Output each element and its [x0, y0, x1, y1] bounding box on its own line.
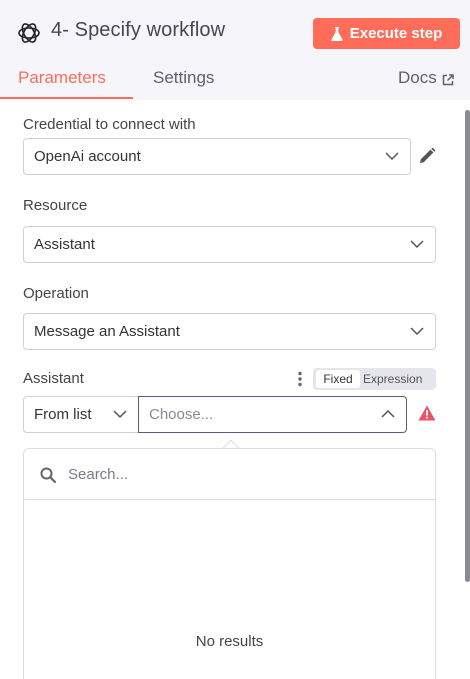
credential-select[interactable]: OpenAi account: [23, 138, 411, 175]
external-link-icon: [442, 73, 454, 85]
operation-select[interactable]: Message an Assistant: [23, 313, 436, 350]
operation-label: Operation: [23, 285, 89, 302]
node-title: 4- Specify workflow: [51, 19, 226, 41]
docs-link[interactable]: Docs: [398, 68, 454, 88]
scrollbar-thumb[interactable]: [465, 110, 470, 582]
execute-step-button[interactable]: Execute step: [313, 18, 460, 49]
operation-value: Message an Assistant: [34, 323, 180, 340]
chevron-down-icon: [385, 152, 399, 161]
tab-settings[interactable]: Settings: [153, 68, 214, 88]
toggle-fixed[interactable]: Fixed: [316, 370, 360, 388]
flask-icon: [331, 26, 343, 41]
resource-value: Assistant: [34, 236, 95, 253]
chevron-up-icon: [381, 409, 395, 418]
docs-label: Docs: [398, 68, 437, 87]
openai-logo-icon: [18, 23, 40, 43]
node-header: 4- Specify workflow Execute step Paramet…: [0, 0, 470, 100]
dropdown-search: [24, 449, 435, 500]
pencil-icon[interactable]: [418, 147, 436, 165]
credential-value: OpenAi account: [34, 148, 141, 165]
search-icon: [40, 467, 56, 483]
resource-select[interactable]: Assistant: [23, 226, 436, 263]
warning-icon: [418, 405, 436, 421]
dropdown-search-input[interactable]: [68, 462, 408, 486]
no-results-text: No results: [195, 633, 264, 650]
resource-label: Resource: [23, 197, 88, 214]
chevron-down-icon: [113, 410, 127, 419]
assistant-choose-input[interactable]: Choose...: [138, 396, 407, 433]
assistant-choose-placeholder: Choose...: [149, 406, 214, 423]
credential-label: Credential to connect with: [23, 116, 196, 133]
chevron-down-icon: [410, 240, 424, 249]
tab-parameters[interactable]: Parameters: [18, 68, 106, 88]
toggle-expression[interactable]: Expression: [363, 370, 422, 388]
assistant-mode-select[interactable]: From list: [23, 396, 139, 433]
assistant-dropdown: No results: [23, 448, 436, 679]
active-tab-underline: [0, 97, 133, 99]
assistant-label: Assistant: [23, 370, 84, 387]
execute-step-label: Execute step: [349, 25, 443, 42]
fixed-expression-toggle: Fixed Expression: [313, 368, 436, 390]
assistant-mode-value: From list: [34, 406, 92, 423]
chevron-down-icon: [410, 327, 424, 336]
kebab-menu-icon[interactable]: [297, 371, 303, 387]
